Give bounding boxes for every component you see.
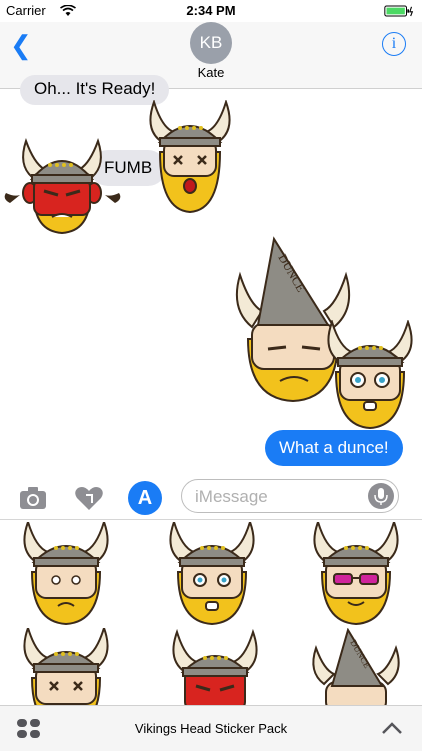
outgoing-message[interactable]: What a dunce! [265, 430, 403, 466]
digital-touch-heart-icon[interactable] [72, 481, 106, 515]
dizzy-viking-sticker[interactable] [140, 100, 240, 215]
sticker-drawer: DUNCE [0, 519, 422, 706]
angry-red-viking-sticker[interactable] [0, 135, 125, 235]
back-chevron-icon[interactable]: ❮ [10, 30, 32, 61]
scared-viking-sticker[interactable] [318, 320, 422, 430]
worried-viking-sticker[interactable] [14, 522, 118, 626]
message-placeholder: iMessage [195, 487, 268, 506]
dunce-viking-sticker[interactable]: DUNCE [304, 628, 408, 706]
sunglasses-viking-sticker[interactable] [304, 522, 408, 626]
app-store-icon[interactable]: A [128, 481, 162, 515]
camera-icon[interactable] [16, 481, 50, 515]
info-icon[interactable]: i [382, 32, 406, 56]
surprised-viking-sticker[interactable] [160, 522, 264, 626]
imessage-field[interactable]: iMessage [181, 479, 399, 513]
microphone-icon[interactable] [368, 483, 394, 509]
sticker-pack-title: Vikings Head Sticker Pack [134, 721, 288, 736]
message-input-bar: A iMessage [0, 473, 422, 519]
battery-icon [384, 5, 414, 17]
sticker-pack-bar: Vikings Head Sticker Pack [0, 705, 422, 751]
angry-red-viking-sticker[interactable] [160, 628, 270, 706]
status-bar: Carrier 2:34 PM [0, 0, 422, 22]
clock: 2:34 PM [186, 3, 236, 18]
chevron-up-icon[interactable] [380, 716, 404, 740]
dizzy-viking-sticker[interactable] [14, 628, 118, 706]
contact-avatar[interactable]: KB [190, 22, 232, 64]
